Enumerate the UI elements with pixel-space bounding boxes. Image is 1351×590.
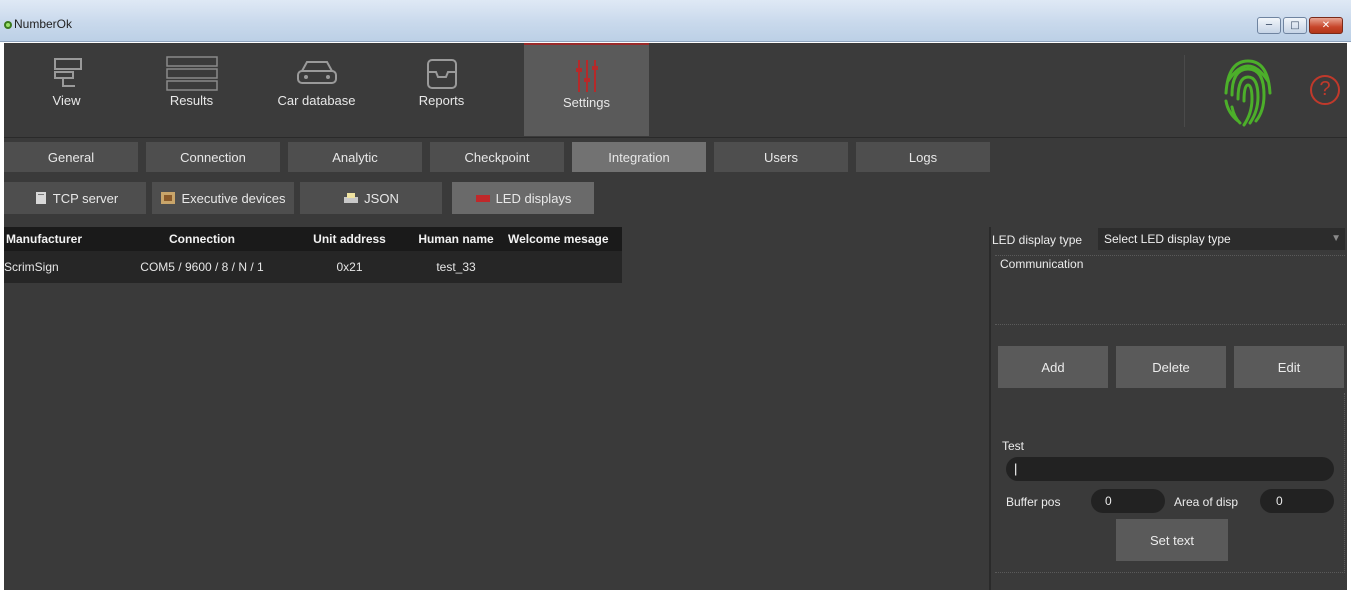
- maximize-button[interactable]: □: [1283, 17, 1307, 34]
- column-header-welcome-message[interactable]: Welcome mesage: [505, 232, 622, 246]
- app-content: View Results Car database Reports Settin…: [4, 43, 1347, 590]
- json-icon: [344, 193, 359, 203]
- edit-button[interactable]: Edit: [1234, 346, 1344, 388]
- subtab-executive-devices[interactable]: Executive devices: [152, 182, 294, 214]
- inbox-icon: [426, 59, 457, 89]
- help-button[interactable]: ?: [1310, 75, 1340, 105]
- tab-analytic[interactable]: Analytic: [288, 142, 422, 172]
- tab-logs[interactable]: Logs: [856, 142, 990, 172]
- cell-manufacturer: ScrimSign: [4, 260, 59, 274]
- nav-label-reports: Reports: [418, 93, 465, 108]
- add-button[interactable]: Add: [998, 346, 1108, 388]
- led-type-select[interactable]: Select LED display type ▼: [1098, 228, 1345, 250]
- help-icon: ?: [1319, 78, 1331, 100]
- tab-label: Integration: [608, 149, 670, 165]
- app-logo-icon: [4, 21, 12, 29]
- fingerprint-icon: [1224, 59, 1272, 127]
- subtab-label: TCP server: [52, 190, 119, 206]
- test-label: Test: [1002, 439, 1025, 453]
- app-window: NumberOk ─ □ ✕ View Results Car database…: [0, 0, 1351, 590]
- led-displays-table: Manufacturer Connection Unit address Hum…: [4, 227, 989, 590]
- tab-connection[interactable]: Connection: [146, 142, 280, 172]
- minimize-button[interactable]: ─: [1257, 17, 1281, 34]
- set-text-button[interactable]: Set text: [1116, 519, 1228, 561]
- tab-integration[interactable]: Integration: [572, 142, 706, 172]
- nav-results[interactable]: Results: [129, 43, 254, 136]
- results-list-icon: [165, 56, 218, 91]
- close-icon: ✕: [1321, 19, 1331, 31]
- subtab-label: LED displays: [495, 190, 572, 206]
- delete-button-label: Delete: [1152, 359, 1190, 375]
- tab-users[interactable]: Users: [714, 142, 848, 172]
- tab-label: Users: [764, 149, 798, 165]
- tab-label: Checkpoint: [464, 149, 530, 165]
- top-navigation: View Results Car database Reports Settin…: [4, 43, 1347, 138]
- nav-settings[interactable]: Settings: [524, 43, 649, 136]
- cell-unit-address: 0x21: [336, 260, 363, 274]
- maximize-icon: □: [1290, 19, 1300, 31]
- nav-label-results: Results: [169, 93, 214, 108]
- settings-tabs: General Connection Analytic Checkpoint I…: [4, 140, 1347, 174]
- tab-label: Analytic: [332, 149, 378, 165]
- table-header: Manufacturer Connection Unit address Hum…: [4, 227, 622, 251]
- camera-icon: [53, 58, 82, 87]
- tab-label: General: [47, 149, 95, 165]
- table-row[interactable]: ScrimSign COM5 / 9600 / 8 / N / 1 0x21 t…: [4, 251, 622, 283]
- nav-view[interactable]: View: [4, 43, 129, 136]
- test-text-input[interactable]: |: [1006, 457, 1334, 481]
- led-type-value: Select LED display type: [1104, 232, 1231, 246]
- column-header-unit-address[interactable]: Unit address: [292, 232, 407, 246]
- panel-divider: [989, 227, 991, 590]
- car-icon: [296, 61, 337, 84]
- column-header-manufacturer[interactable]: Manufacturer: [4, 232, 112, 246]
- edit-button-label: Edit: [1277, 359, 1301, 375]
- nav-label-settings: Settings: [563, 95, 610, 110]
- subtab-label: JSON: [364, 190, 399, 206]
- set-text-button-label: Set text: [1149, 532, 1195, 548]
- sliders-icon: [575, 60, 598, 92]
- buffer-pos-label: Buffer pos: [1006, 495, 1061, 509]
- area-of-display-input[interactable]: 0: [1260, 489, 1334, 513]
- subtab-label: Executive devices: [181, 190, 286, 206]
- window-controls: ─ □ ✕: [1257, 17, 1343, 34]
- column-header-human-name[interactable]: Human name: [407, 232, 505, 246]
- column-header-connection[interactable]: Connection: [112, 232, 292, 246]
- nav-car-database[interactable]: Car database: [254, 43, 379, 136]
- led-icon: [475, 195, 490, 202]
- led-settings-panel: LED display type Select LED display type…: [992, 227, 1347, 590]
- nav-reports[interactable]: Reports: [379, 43, 504, 136]
- close-button[interactable]: ✕: [1309, 17, 1343, 34]
- tab-general[interactable]: General: [4, 142, 138, 172]
- title-bar: NumberOk ─ □ ✕: [0, 0, 1351, 42]
- communication-label: Communication: [1000, 257, 1084, 271]
- buffer-pos-input[interactable]: 0: [1091, 489, 1165, 513]
- led-type-label: LED display type: [992, 233, 1083, 247]
- area-of-display-label: Area of disp: [1174, 495, 1239, 509]
- server-icon: [35, 192, 46, 204]
- tab-label: Logs: [908, 149, 938, 165]
- subtab-json[interactable]: JSON: [300, 182, 442, 214]
- add-button-label: Add: [1041, 359, 1065, 375]
- nav-label-car-database: Car database: [277, 93, 356, 108]
- tab-label: Connection: [180, 149, 246, 165]
- cell-human-name: test_33: [436, 260, 476, 274]
- device-icon: [161, 192, 176, 204]
- subtab-tcp-server[interactable]: TCP server: [4, 182, 146, 214]
- chevron-down-icon: ▼: [1331, 233, 1341, 244]
- tab-checkpoint[interactable]: Checkpoint: [430, 142, 564, 172]
- nav-separator: [1184, 55, 1185, 127]
- minimize-icon: ─: [1265, 19, 1273, 31]
- window-title: NumberOk: [14, 17, 73, 31]
- nav-label-view: View: [52, 93, 81, 108]
- delete-button[interactable]: Delete: [1116, 346, 1226, 388]
- subtab-led-displays[interactable]: LED displays: [452, 182, 594, 214]
- cell-connection: COM5 / 9600 / 8 / N / 1: [140, 260, 264, 274]
